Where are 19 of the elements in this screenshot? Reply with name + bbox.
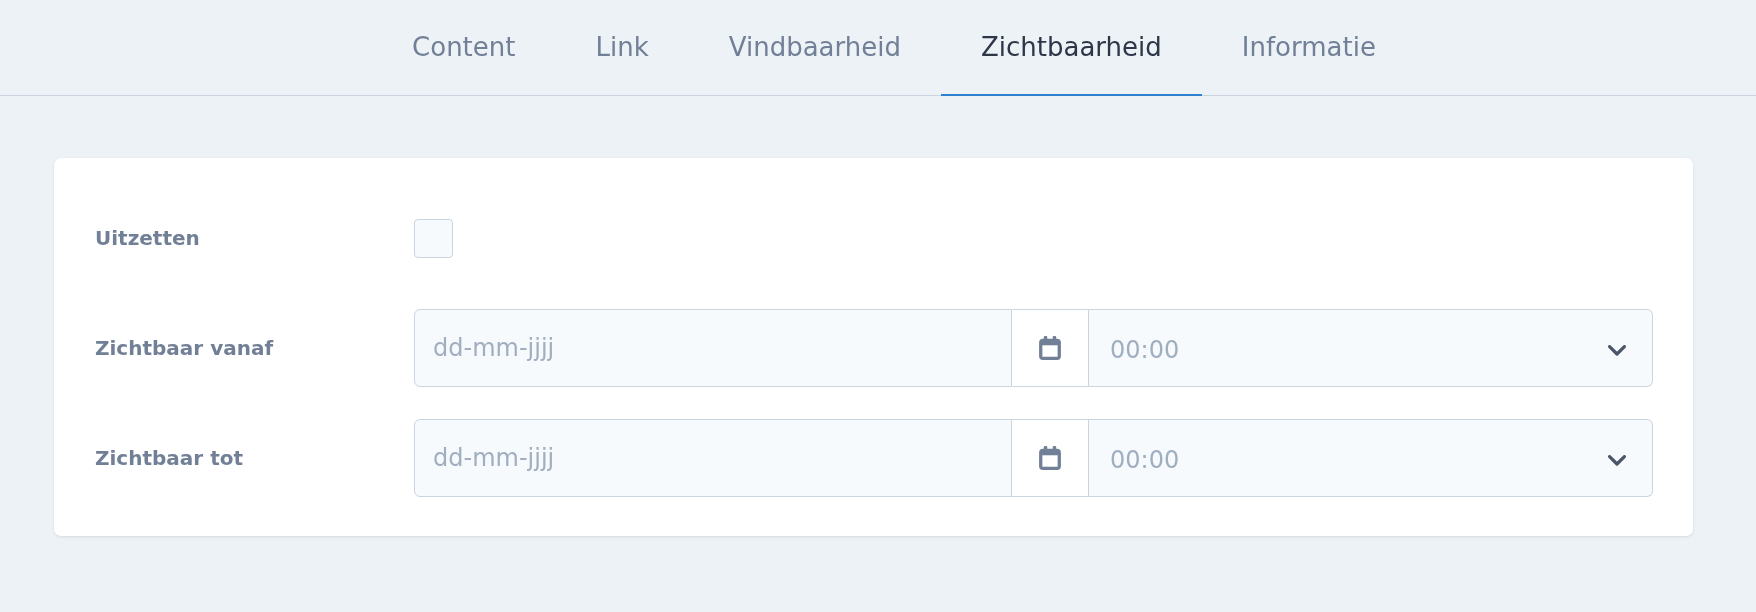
date-input-field[interactable]: dd-mm-jjjj xyxy=(414,309,1012,387)
time-select[interactable]: 00:00 xyxy=(1089,419,1653,497)
tab[interactable]: Vindbaarheid xyxy=(688,0,941,96)
date-input-field[interactable]: dd-mm-jjjj xyxy=(414,419,1012,497)
field-label: Uitzetten xyxy=(95,226,201,250)
checkbox[interactable] xyxy=(414,218,453,258)
field-label: Zichtbaar tot xyxy=(95,446,244,470)
tab[interactable]: Link xyxy=(555,0,689,96)
field-label: Zichtbaar vanaf xyxy=(95,336,275,360)
calendar-button[interactable] xyxy=(1012,309,1089,387)
calendar-icon xyxy=(1039,336,1061,360)
chevron-down-icon xyxy=(1608,344,1626,356)
calendar-button[interactable] xyxy=(1012,419,1089,497)
calendar-icon xyxy=(1039,446,1061,470)
tab[interactable]: Zichtbaarheid xyxy=(940,0,1202,96)
tab[interactable]: Informatie xyxy=(1201,0,1416,96)
tab[interactable]: Content xyxy=(372,0,556,96)
chevron-down-icon xyxy=(1608,454,1626,466)
time-select[interactable]: 00:00 xyxy=(1089,309,1653,387)
